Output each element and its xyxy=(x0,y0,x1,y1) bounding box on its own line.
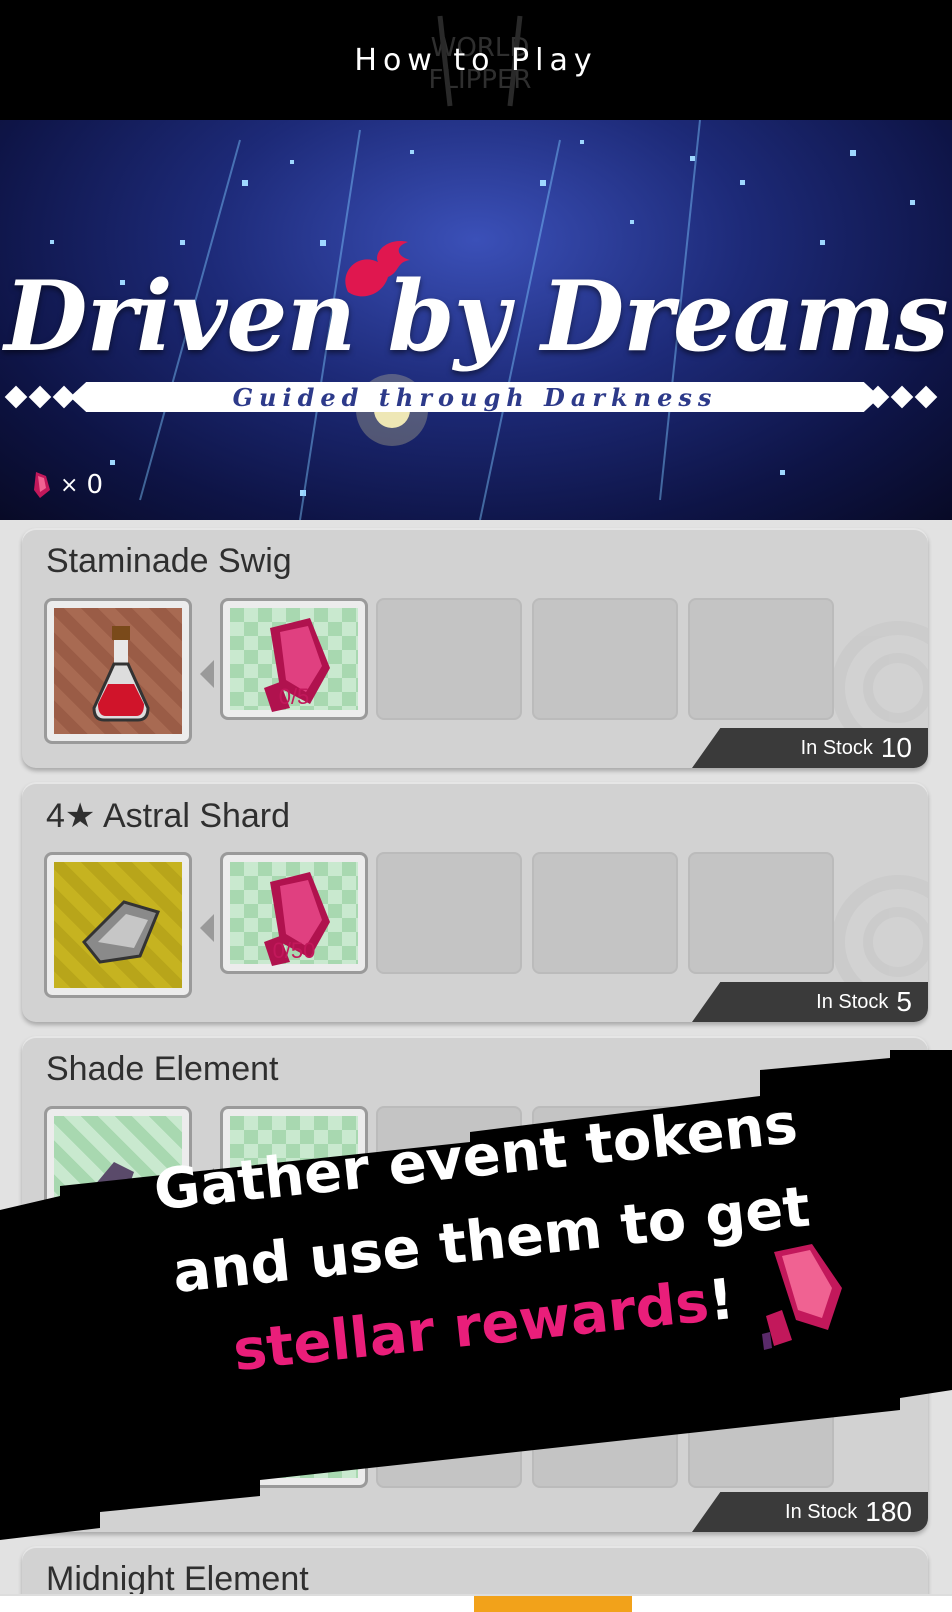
cost-progress: 0/50 xyxy=(272,938,316,963)
cost-frame: 0/50 xyxy=(230,862,358,966)
empty-slot xyxy=(376,598,522,720)
ribbon-diamonds-left xyxy=(4,382,76,412)
item-name: 4★ Astral Shard xyxy=(46,797,291,835)
page-title: How to Play xyxy=(354,42,598,78)
item-name: Staminade Swig xyxy=(46,542,292,580)
stock-label: In Stock xyxy=(800,736,873,759)
token-multiplier: × xyxy=(60,472,79,498)
cost-progress: 0/5 xyxy=(278,684,310,709)
subtitle-ribbon: Guided through Darkness xyxy=(70,382,880,412)
empty-slot xyxy=(532,852,678,974)
stock-badge: In Stock 5 xyxy=(692,982,928,1022)
exchange-item[interactable]: 4★ Astral Shard 0/50 In Stock 5 xyxy=(22,782,928,1022)
exchange-arrow-icon xyxy=(200,914,214,942)
cost-frame: 0/5 xyxy=(230,608,358,712)
event-token-icon xyxy=(34,472,50,498)
stock-badge: In Stock 10 xyxy=(692,728,928,768)
stock-count: 5 xyxy=(896,986,912,1017)
exchange-item[interactable]: Staminade Swig 0/5 In Stock 10 xyxy=(22,528,928,768)
potion-icon xyxy=(92,626,150,722)
reward-frame xyxy=(54,608,182,734)
stock-count: 10 xyxy=(880,732,912,763)
token-counter: × 0 xyxy=(30,470,103,500)
event-token-icon xyxy=(762,1244,842,1350)
event-banner: Driven by Dreams Guided through Darkness… xyxy=(0,120,952,520)
stock-label: In Stock xyxy=(816,990,889,1013)
reward-slot[interactable] xyxy=(44,852,192,998)
reward-frame xyxy=(54,862,182,988)
cost-slot[interactable]: 0/5 xyxy=(220,598,368,720)
empty-slot xyxy=(376,852,522,974)
bottom-nav[interactable] xyxy=(0,1594,952,1612)
event-subtitle: Guided through Darkness xyxy=(232,382,718,412)
empty-slot xyxy=(688,598,834,720)
cost-slot[interactable]: 0/50 xyxy=(220,852,368,974)
exchange-arrow-icon xyxy=(200,660,214,688)
astral-shard-icon xyxy=(81,900,161,964)
ribbon-diamonds-right xyxy=(866,382,938,412)
promo-exclaim: ! xyxy=(705,1266,738,1335)
empty-slot xyxy=(688,852,834,974)
empty-slot xyxy=(532,598,678,720)
nav-tab-active[interactable] xyxy=(474,1596,632,1612)
token-count-value: 0 xyxy=(86,470,103,500)
reward-slot[interactable] xyxy=(44,598,192,744)
top-bar: WORLD FLIPPER How to Play xyxy=(0,0,952,120)
event-title: Driven by Dreams xyxy=(4,260,948,373)
